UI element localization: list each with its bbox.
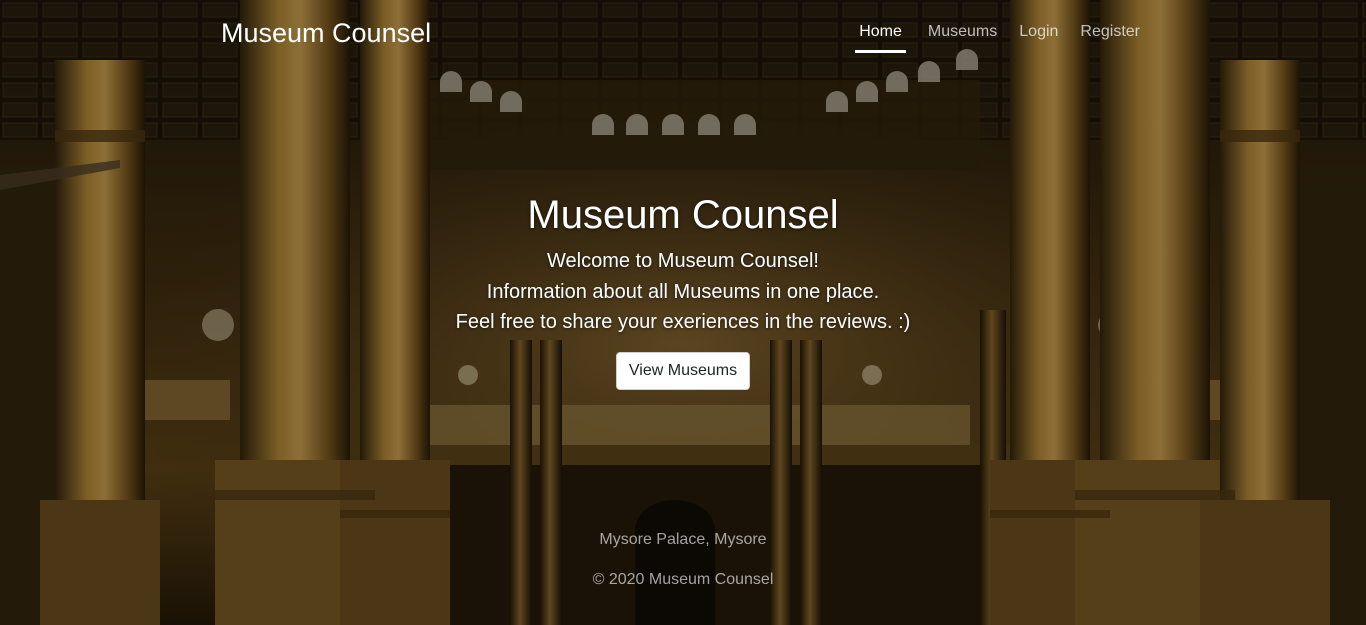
main-nav: Home Museums Login Register [833, 22, 1140, 53]
navbar: Museum Counsel Home Museums Login Regist… [0, 0, 1366, 64]
image-caption: Mysore Palace, Mysore [599, 531, 767, 548]
hero-welcome-text: Welcome to Museum Counsel! [547, 250, 819, 272]
copyright-text: © 2020 Museum Counsel [592, 571, 774, 588]
nav-link-home[interactable]: Home [855, 22, 906, 53]
view-museums-button[interactable]: View Museums [615, 351, 751, 390]
nav-link-register[interactable]: Register [1080, 22, 1140, 53]
hero-title: Museum Counsel [527, 193, 839, 237]
page: Museum Counsel Home Museums Login Regist… [0, 0, 1366, 625]
brand-logo-link[interactable]: Museum Counsel [221, 17, 431, 49]
hero-reviews-text: Feel free to share your exeriences in th… [455, 311, 911, 333]
nav-link-museums[interactable]: Museums [928, 22, 997, 53]
footer: Mysore Palace, Mysore © 2020 Museum Coun… [0, 528, 1366, 592]
hero-section: Museum Counsel Welcome to Museum Counsel… [0, 190, 1366, 390]
hero-info-text: Information about all Museums in one pla… [486, 280, 880, 303]
nav-link-login[interactable]: Login [1019, 22, 1058, 53]
